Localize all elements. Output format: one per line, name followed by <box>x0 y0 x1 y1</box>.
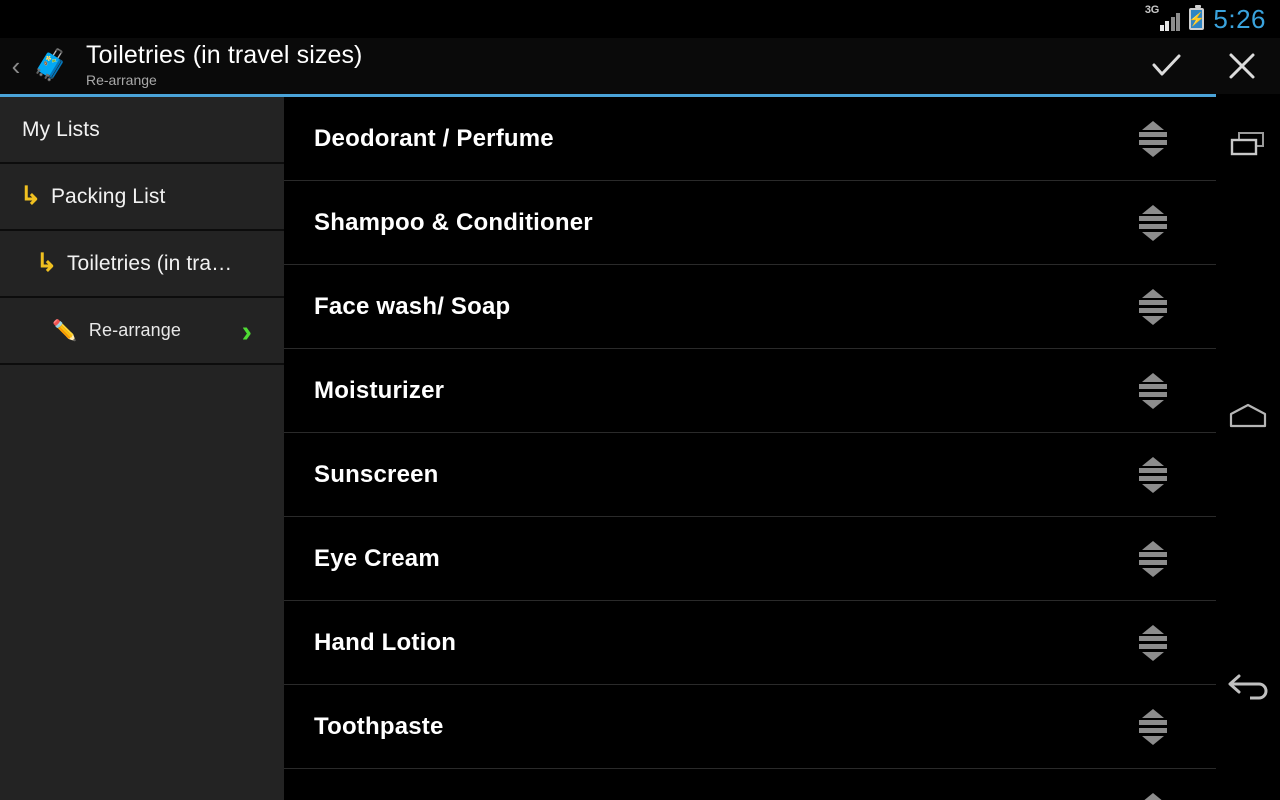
branch-arrow-icon: ↳ <box>20 182 41 210</box>
sidebar-item-label: Packing List <box>50 184 166 208</box>
drag-handle-icon <box>1143 792 1163 800</box>
drag-handle[interactable] <box>1132 791 1174 800</box>
list-item[interactable]: Face wash/ Soap <box>284 265 1216 349</box>
drag-handle-icon <box>1139 456 1167 493</box>
list-item-label: Toothbrush <box>314 797 448 800</box>
list-item-label: Face wash/ Soap <box>314 292 511 320</box>
system-nav-bar <box>1216 94 1280 800</box>
drag-handle-icon <box>1139 288 1167 325</box>
list-item-label: Hand Lotion <box>314 628 457 656</box>
drag-handle[interactable] <box>1132 623 1174 663</box>
sidebar-item-packing-list[interactable]: ↳ Packing List <box>0 164 284 231</box>
list-item[interactable]: Toothbrush <box>284 769 1216 800</box>
action-bar: ‹ 🧳 Toiletries (in travel sizes) Re-arra… <box>0 38 1280 94</box>
action-bar-titles: Toiletries (in travel sizes) Re-arrange <box>86 42 362 89</box>
pencil-icon: ✏️ <box>52 319 77 342</box>
drag-handle[interactable] <box>1132 371 1174 411</box>
drag-handle-icon <box>1139 372 1167 409</box>
list-item-label: Sunscreen <box>314 460 439 488</box>
list-item-label: Shampoo & Conditioner <box>314 208 593 236</box>
check-icon <box>1152 54 1181 76</box>
drag-handle[interactable] <box>1132 455 1174 495</box>
list-item[interactable]: Eye Cream <box>284 517 1216 601</box>
sidebar-item-label: Toiletries (in tra… <box>66 251 233 275</box>
back-button[interactable] <box>1216 652 1280 724</box>
home-icon <box>1229 403 1267 428</box>
reorder-list[interactable]: Deodorant / Perfume Shampoo & Conditione… <box>284 97 1216 800</box>
sidebar-item-label: Re-arrange <box>88 320 181 340</box>
confirm-button[interactable] <box>1128 38 1204 94</box>
cancel-button[interactable] <box>1204 38 1280 94</box>
branch-arrow-icon: ↳ <box>36 249 57 277</box>
back-icon <box>1228 674 1268 700</box>
sidebar-item-label: My Lists <box>22 117 100 141</box>
drag-handle-icon <box>1139 120 1167 157</box>
recent-apps-icon <box>1230 132 1264 156</box>
status-icons: 3G ⚡ 5:26 <box>1144 3 1266 35</box>
up-chevron-icon[interactable]: ‹ <box>0 53 26 79</box>
list-item[interactable]: Shampoo & Conditioner <box>284 181 1216 265</box>
chevron-right-icon: › <box>241 313 252 348</box>
network-type-label: 3G <box>1144 4 1159 16</box>
signal-bars-glyph <box>1159 13 1181 31</box>
signal-bars-icon: 3G <box>1144 4 1181 31</box>
drag-handle-icon <box>1139 708 1167 745</box>
drag-handle[interactable] <box>1132 539 1174 579</box>
drag-handle[interactable] <box>1132 119 1174 159</box>
sidebar-item-my-lists[interactable]: My Lists <box>0 97 284 164</box>
sidebar-item-re-arrange[interactable]: ✏️ Re-arrange › <box>0 298 284 365</box>
drag-handle-icon <box>1139 624 1167 661</box>
list-item[interactable]: Sunscreen <box>284 433 1216 517</box>
page-title: Toiletries (in travel sizes) <box>86 41 363 70</box>
close-icon <box>1229 53 1255 79</box>
list-item-label: Toothpaste <box>314 712 444 740</box>
list-item-label: Eye Cream <box>314 544 440 572</box>
sidebar: My Lists ↳ Packing List ↳ Toiletries (in… <box>0 97 284 800</box>
recent-apps-button[interactable] <box>1216 108 1280 180</box>
battery-charging-icon: ⚡ <box>1188 5 1205 30</box>
list-item[interactable]: Toothpaste <box>284 685 1216 769</box>
sidebar-item-toiletries[interactable]: ↳ Toiletries (in tra… <box>0 231 284 298</box>
drag-handle[interactable] <box>1132 707 1174 747</box>
drag-handle-icon <box>1139 540 1167 577</box>
list-item[interactable]: Moisturizer <box>284 349 1216 433</box>
drag-handle[interactable] <box>1132 287 1174 327</box>
status-bar: 3G ⚡ 5:26 <box>0 0 1280 38</box>
drag-handle-icon <box>1139 204 1167 241</box>
list-item[interactable]: Hand Lotion <box>284 601 1216 685</box>
list-item-label: Moisturizer <box>314 376 445 404</box>
list-item-label: Deodorant / Perfume <box>314 124 554 152</box>
status-clock: 5:26 <box>1213 3 1266 34</box>
drag-handle[interactable] <box>1132 203 1174 243</box>
traveler-icon[interactable]: 🧳 <box>28 43 74 89</box>
charging-bolt-icon: ⚡ <box>1188 11 1205 27</box>
home-button[interactable] <box>1216 380 1280 452</box>
list-item[interactable]: Deodorant / Perfume <box>284 97 1216 181</box>
page-subtitle: Re-arrange <box>86 72 157 89</box>
